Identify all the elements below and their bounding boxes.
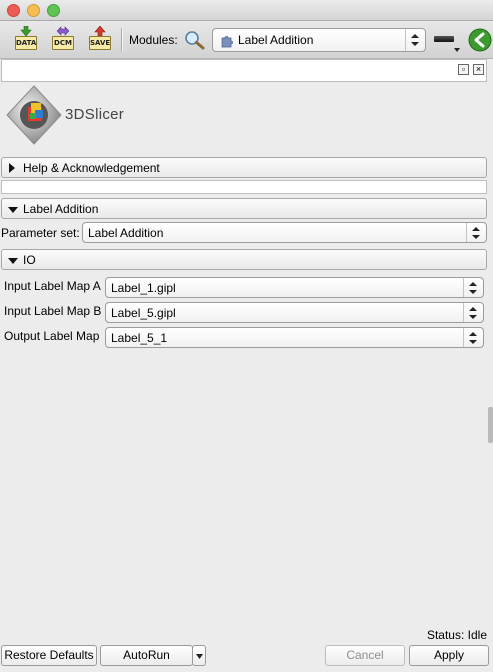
load-dicom-label: DCM [52,36,74,50]
output-label-map-value: Label_5_1 [111,331,168,345]
updown-arrows-icon [472,226,480,239]
io-section-label: IO [23,253,36,267]
search-module-icon[interactable] [184,30,206,50]
help-section-label: Help & Acknowledgement [23,161,160,175]
minimize-window-button[interactable] [27,4,40,17]
scrollbar-handle[interactable] [488,407,493,443]
close-window-button[interactable] [7,4,20,17]
cancel-button[interactable]: Cancel [325,645,405,666]
save-label: SAVE [89,36,111,50]
modules-label: Modules: [129,33,178,47]
save-button[interactable]: SAVE [88,26,112,54]
input-label-map-b-value: Label_5.gipl [111,306,176,320]
zoom-window-button[interactable] [47,4,60,17]
output-label-map-label: Output Label Map [4,329,100,343]
dropdown-arrow-icon [195,654,203,659]
output-label-map-selector[interactable]: Label_5_1 [105,327,484,348]
load-data-label: DATA [15,36,37,50]
updown-arrows-icon [469,281,477,294]
label-addition-section[interactable]: Label Addition [1,198,487,219]
layout-dropdown-icon[interactable] [454,48,460,52]
layout-icon[interactable] [434,36,454,42]
dicom-icon [57,26,69,36]
expand-triangle-icon [9,163,15,173]
parameter-set-value: Label Addition [88,226,164,240]
blank-widget [1,180,487,194]
window-titlebar [0,0,493,21]
input-label-map-a-arrows [463,278,483,297]
slicer-logo-icon [6,85,62,145]
parameter-set-arrows [466,223,486,242]
help-acknowledgement-section[interactable]: Help & Acknowledgement [1,157,487,178]
load-data-button[interactable]: DATA [14,26,38,54]
status-text: Status: Idle [426,628,487,642]
apply-button[interactable]: Apply [409,645,489,666]
load-dicom-button[interactable]: DCM [51,26,75,54]
save-icon [94,26,106,36]
puzzle-icon [221,36,233,48]
load-data-icon [20,26,32,36]
autorun-button[interactable]: AutoRun [100,645,193,666]
output-label-map-arrows [463,328,483,347]
input-label-map-b-arrows [463,303,483,322]
input-label-map-b-label: Input Label Map B [4,304,102,318]
input-label-map-b-selector[interactable]: Label_5.gipl [105,302,484,323]
updown-arrows-icon [411,34,419,46]
restore-defaults-button[interactable]: Restore Defaults [1,645,97,666]
module-panel-header: ▫ × [1,59,487,82]
label-addition-section-label: Label Addition [23,202,99,216]
input-label-map-a-selector[interactable]: Label_1.gipl [105,277,484,298]
toolbar-separator [121,28,123,52]
module-selector-arrows [405,29,425,51]
autorun-options-button[interactable] [192,645,206,666]
back-arrow-icon[interactable] [468,28,492,52]
collapse-triangle-icon [8,258,18,264]
io-section[interactable]: IO [1,249,487,270]
undock-button[interactable]: ▫ [458,64,469,75]
module-selector-value: Label Addition [238,33,314,47]
updown-arrows-icon [469,331,477,344]
input-label-map-a-label: Input Label Map A [4,279,101,293]
close-panel-button[interactable]: × [473,64,484,75]
input-label-map-a-value: Label_1.gipl [111,281,176,295]
parameter-set-label: Parameter set: [1,226,80,240]
collapse-triangle-icon [8,207,18,213]
module-selector[interactable]: Label Addition [212,28,426,52]
main-toolbar: DATA DCM SAVE Modules: Label Addition [0,21,493,59]
app-logo-text: 3DSlicer [65,106,125,123]
updown-arrows-icon [469,306,477,319]
parameter-set-selector[interactable]: Label Addition [82,222,487,243]
